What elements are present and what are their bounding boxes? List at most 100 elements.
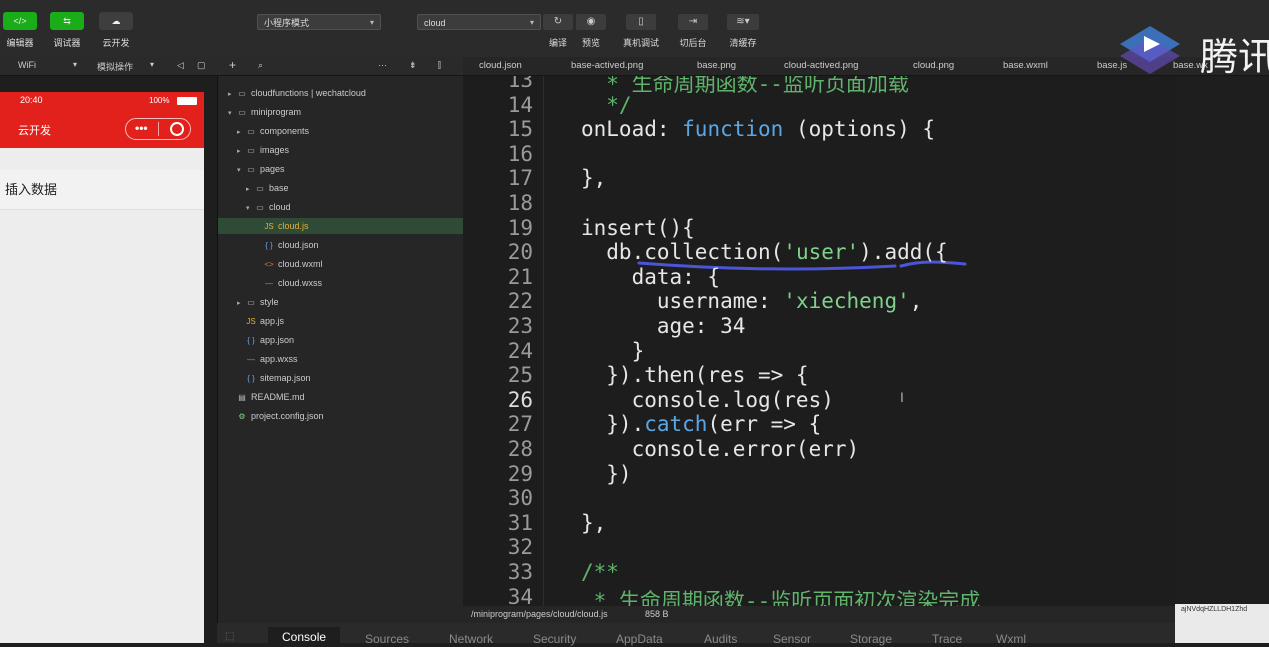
code-line: data: { xyxy=(581,265,721,289)
folder-icon: ▭ xyxy=(247,127,255,136)
collapse-icon[interactable]: ⇟ xyxy=(409,60,417,71)
tree-file[interactable]: — cloud.wxss xyxy=(218,275,463,291)
code-line: db.collection('user').add({ xyxy=(581,240,947,265)
tree-file[interactable]: JS cloud.js xyxy=(218,218,463,234)
tree-folder[interactable]: ▸ ▭ images xyxy=(218,142,463,158)
cloud-dev-button[interactable]: ☁ xyxy=(99,12,133,30)
devtools-tab[interactable]: Storage xyxy=(850,632,892,646)
split-icon[interactable]: ⫿ xyxy=(438,60,441,71)
clear-cache-button[interactable]: ≋▾ xyxy=(727,14,759,30)
tree-file[interactable]: { } cloud.json xyxy=(218,237,463,253)
tree-file[interactable]: ▤ README.md xyxy=(218,389,463,405)
network-select[interactable]: WiFi xyxy=(18,60,36,70)
volume-icon[interactable]: ◁ xyxy=(177,60,184,71)
devtools-tab[interactable]: Wxml xyxy=(996,632,1026,646)
code-icon: </> xyxy=(13,16,27,26)
line-number: 19 xyxy=(507,215,533,240)
chevron-down-icon: ▾ xyxy=(237,167,241,174)
code-token: age: 34 xyxy=(581,314,746,338)
wxss-file-icon: — xyxy=(265,279,273,288)
mode-select[interactable]: 小程序模式 ▾ xyxy=(257,14,381,30)
tree-folder[interactable]: ▾ ▭ cloud xyxy=(218,199,463,215)
line-number: 18 xyxy=(507,191,533,215)
compile-mode-select[interactable]: cloud ▾ xyxy=(417,14,541,30)
editor-tab[interactable]: base.wxml xyxy=(1003,60,1048,71)
md-file-icon: ▤ xyxy=(238,393,246,402)
tree-folder[interactable]: ▾ ▭ miniprogram xyxy=(218,104,463,120)
tree-item-label: components xyxy=(260,126,310,136)
code-token: }, xyxy=(581,166,607,191)
tree-file[interactable]: { } app.json xyxy=(218,332,463,348)
json-file-icon: { } xyxy=(247,336,255,345)
background-label: 切后台 xyxy=(679,38,707,48)
tree-folder[interactable]: ▸ ▭ style xyxy=(218,294,463,310)
devtools-tab[interactable]: AppData xyxy=(616,632,663,646)
devtools-tab[interactable]: Security xyxy=(533,632,576,646)
line-number: 26 xyxy=(507,387,533,412)
tree-file[interactable]: JS app.js xyxy=(218,313,463,329)
text-cursor-icon: I xyxy=(900,389,904,405)
tree-item-label: project.config.json xyxy=(251,411,324,421)
code-token: }).then(res => { xyxy=(581,363,809,388)
device-debug-button[interactable]: ▯ xyxy=(626,14,656,30)
devtools-tab[interactable]: Audits xyxy=(704,632,737,646)
editor-toggle-button[interactable]: </> xyxy=(3,12,37,30)
tree-folder[interactable]: ▸ ▭ base xyxy=(218,180,463,196)
devtools-tab[interactable]: Sources xyxy=(365,632,409,646)
code-editor[interactable]: I 13 * 生命周期函数--监听页面加载 14 */15 onLoad: func… xyxy=(463,76,1175,607)
code-token: username: xyxy=(581,289,784,314)
tree-folder[interactable]: ▾ ▭ pages xyxy=(218,161,463,177)
tencent-video-logo: 腾讯 xyxy=(1118,22,1269,84)
preview-button[interactable]: ◉ xyxy=(576,14,606,30)
tree-item-label: cloud.js xyxy=(278,221,309,231)
window-icon[interactable]: ▢ xyxy=(197,60,206,71)
editor-tab[interactable]: cloud-actived.png xyxy=(784,60,858,71)
close-circle-icon[interactable] xyxy=(170,122,184,136)
chevron-right-icon: ▸ xyxy=(237,300,241,307)
code-token: * 生命周期函数--监听页面初次渲染完成 xyxy=(581,588,981,607)
cloud-dev-label: 云开发 xyxy=(102,38,130,48)
chevron-down-icon: ▾ xyxy=(228,110,232,117)
capsule-menu[interactable]: ••• xyxy=(125,118,191,140)
tree-item-label: cloud.wxss xyxy=(278,278,323,288)
folder-icon: ▭ xyxy=(247,146,255,155)
editor-tab[interactable]: cloud.json xyxy=(479,60,522,71)
editor-tab[interactable]: base-actived.png xyxy=(571,60,643,71)
simulate-ops-select[interactable]: 模拟操作 xyxy=(97,60,133,73)
devtools-tab[interactable]: Network xyxy=(449,632,493,646)
tree-folder[interactable]: ▸ ▭ cloudfunctions | wechatcloud xyxy=(218,85,463,101)
devtools-tab[interactable]: Console xyxy=(268,627,341,647)
chevron-down-icon: ▾ xyxy=(73,60,78,69)
code-token: }). xyxy=(581,412,645,437)
code-token: } xyxy=(581,338,645,363)
tree-file[interactable]: { } sitemap.json xyxy=(218,370,463,386)
tree-item-label: miniprogram xyxy=(251,107,302,117)
devtools-tab[interactable]: Trace xyxy=(932,632,962,646)
more-dots-icon[interactable]: ••• xyxy=(135,121,148,135)
code-token: 'user' xyxy=(783,240,860,265)
insert-data-button[interactable]: 插入数据 xyxy=(0,170,204,210)
editor-tab[interactable]: cloud.png xyxy=(913,60,954,71)
code-line: }).then(res => { xyxy=(581,363,809,388)
capsule-divider xyxy=(158,122,159,136)
tree-file[interactable]: — app.wxss xyxy=(218,351,463,367)
debugger-toggle-button[interactable]: ⇆ xyxy=(50,12,84,30)
nav-title: 云开发 xyxy=(18,125,51,137)
tree-folder[interactable]: ▸ ▭ components xyxy=(218,123,463,139)
refresh-icon: ↻ xyxy=(553,16,563,27)
editor-tab[interactable]: base.png xyxy=(697,60,736,71)
background-button[interactable]: ⇥ xyxy=(678,14,708,30)
more-icon[interactable]: ··· xyxy=(378,60,387,70)
folder-icon: ▭ xyxy=(247,165,255,174)
line-number: 25 xyxy=(507,363,533,388)
tree-file[interactable]: ⚙ project.config.json xyxy=(218,408,463,424)
compile-button[interactable]: ↻ xyxy=(543,14,573,30)
search-icon[interactable]: ⌕ xyxy=(258,60,263,71)
tree-file[interactable]: <> cloud.wxml xyxy=(218,256,463,272)
line-number: 21 xyxy=(507,264,533,289)
devtools-tab[interactable]: Sensor xyxy=(773,632,811,646)
tree-item-label: cloudfunctions | wechatcloud xyxy=(251,88,366,98)
chevron-right-icon: ▸ xyxy=(237,148,241,155)
inspect-icon[interactable]: ⬚ xyxy=(225,631,234,642)
add-icon[interactable]: + xyxy=(229,58,236,72)
